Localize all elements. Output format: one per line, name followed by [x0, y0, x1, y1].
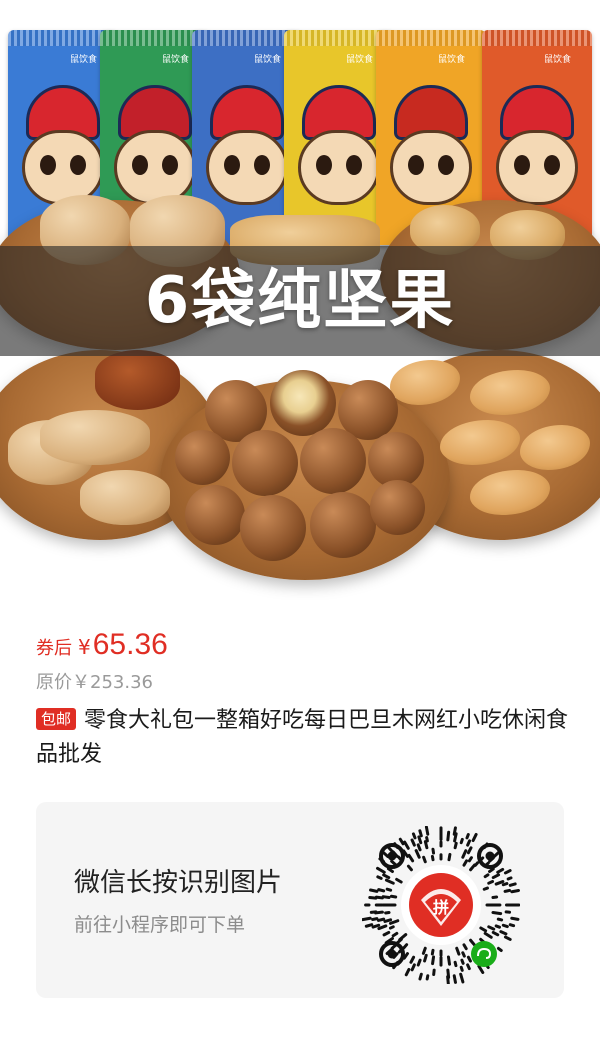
pecan-nut [95, 350, 180, 410]
macadamia-nut [240, 495, 306, 561]
qr-subtext: 前往小程序即可下单 [74, 914, 246, 936]
qr-card[interactable]: 微信长按识别图片 前往小程序即可下单 拼 [36, 802, 564, 998]
currency-symbol: ¥ [78, 635, 91, 659]
macadamia-nut [370, 480, 425, 535]
mini-program-code[interactable]: 拼 [362, 826, 520, 984]
macadamia-nut [232, 430, 298, 496]
pecan-nut [80, 470, 170, 525]
macadamia-nut [310, 492, 376, 558]
share-poster: 鼠饮食 鼠饮食 鼠饮食 鼠饮食 鼠饮食 鼠饮食 6袋纯坚果 券后 ¥ 65.36… [0, 0, 600, 1045]
product-image[interactable]: 鼠饮食 鼠饮食 鼠饮食 鼠饮食 鼠饮食 鼠饮食 6袋纯坚果 [0, 0, 600, 600]
pecan-nut [40, 410, 150, 465]
original-price: 原价￥253.36 [36, 672, 153, 693]
price-label: 券后 [36, 638, 72, 659]
macadamia-nut [270, 370, 336, 436]
coupon-price: 券后 ¥ 65.36 [36, 628, 168, 664]
free-shipping-badge: 包邮 [36, 708, 77, 730]
wechat-mini-program-icon [471, 941, 497, 967]
qr-instruction: 微信长按识别图片 [74, 868, 283, 898]
product-title-block[interactable]: 包邮 零食大礼包一整箱好吃每日巴旦木网红小吃休闲食品批发 [36, 704, 576, 772]
product-title: 零食大礼包一整箱好吃每日巴旦木网红小吃休闲食品批发 [36, 708, 569, 767]
macadamia-nut [300, 428, 366, 494]
macadamia-nut [185, 485, 245, 545]
macadamia-nut [175, 430, 230, 485]
logo-char: 拼 [433, 898, 449, 917]
price-value: 65.36 [92, 628, 168, 661]
banner-text: 6袋纯坚果 [144, 264, 456, 338]
